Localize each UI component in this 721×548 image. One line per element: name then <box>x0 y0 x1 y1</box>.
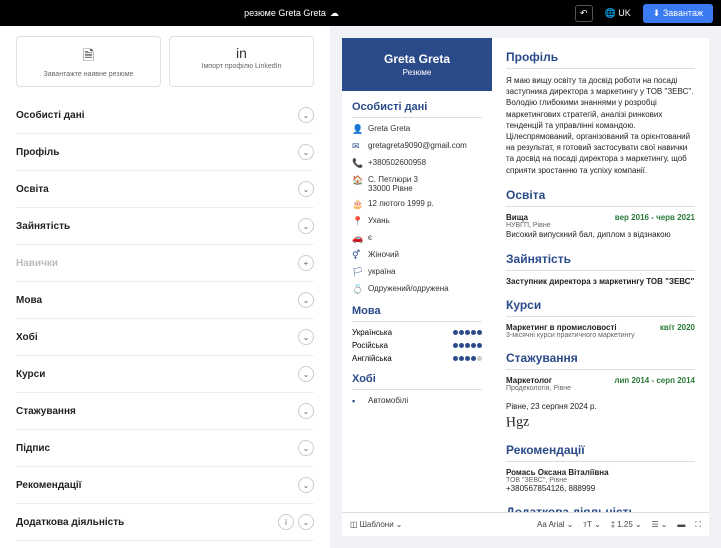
info-row: 📍Ухань <box>352 216 482 227</box>
course-heading: Курси <box>506 298 695 317</box>
plus-icon[interactable]: + <box>298 255 314 271</box>
lang-heading: Мова <box>352 305 482 322</box>
lang-row: Українська <box>352 328 482 337</box>
info-row: 🚗є <box>352 233 482 244</box>
add-heading: Додаткова діяльність <box>506 505 695 512</box>
preview-panel: Greta Greta Резюме Особисті дані 👤Greta … <box>330 26 721 548</box>
chevron-down-icon[interactable]: ⌄ <box>298 477 314 493</box>
cloud-icon: ☁ <box>330 8 339 19</box>
chevron-down-icon[interactable]: ⌄ <box>298 181 314 197</box>
chevron-down-icon[interactable]: ⌄ <box>298 329 314 345</box>
line-height[interactable]: ‡ 1.25 ⌄ <box>611 520 642 529</box>
resume-header: Greta Greta Резюме <box>342 38 492 91</box>
font-size[interactable]: тТ ⌄ <box>583 520 600 529</box>
import-resume-card[interactable]: 🗎 Завантажте наявне резюме <box>16 36 161 87</box>
rating-dots <box>453 343 482 348</box>
signature: Hgz <box>506 414 530 431</box>
file-icon: 🗎 <box>25 45 152 69</box>
section-7[interactable]: Курси⌄ <box>16 356 314 393</box>
density[interactable]: ☰ ⌄ <box>652 520 668 529</box>
chevron-down-icon[interactable]: ⌄ <box>298 440 314 456</box>
info-row: 🏠С. Петлюри 333000 Рівне <box>352 175 482 193</box>
linkedin-icon: in <box>178 45 305 61</box>
chevron-down-icon[interactable]: ⌄ <box>298 218 314 234</box>
section-8[interactable]: Стажування⌄ <box>16 393 314 430</box>
chevron-down-icon[interactable]: ⌄ <box>298 403 314 419</box>
section-2[interactable]: Освіта⌄ <box>16 171 314 208</box>
personal-heading: Особисті дані <box>352 101 482 118</box>
section-3[interactable]: Зайнятість⌄ <box>16 208 314 245</box>
section-1[interactable]: Профіль⌄ <box>16 134 314 171</box>
section-6[interactable]: Хобі⌄ <box>16 319 314 356</box>
templates-button[interactable]: ◫ Шаблони ⌄ <box>350 520 402 529</box>
back-button[interactable]: ↶ <box>575 5 593 22</box>
section-5[interactable]: Мова⌄ <box>16 282 314 319</box>
fullscreen-icon[interactable]: ⛶ <box>695 520 701 530</box>
rating-dots <box>453 330 482 335</box>
font-selector[interactable]: Aa Arial ⌄ <box>537 520 573 529</box>
info-row: 🎂12 лютого 1999 р. <box>352 199 482 210</box>
chevron-down-icon[interactable]: ⌄ <box>298 144 314 160</box>
info-icon[interactable]: i <box>278 514 294 530</box>
edu-heading: Освіта <box>506 188 695 207</box>
intern-heading: Стажування <box>506 351 695 370</box>
section-extra-activity[interactable]: Додаткова діяльність i ⌄ <box>16 504 314 541</box>
emp-heading: Зайнятість <box>506 252 695 271</box>
info-row: 📞+380502600958 <box>352 158 482 169</box>
language-switcher[interactable]: 🌐 UK <box>599 6 637 21</box>
section-4[interactable]: Навички+ <box>16 245 314 282</box>
import-linkedin-card[interactable]: in Імпорт профілю LinkedIn <box>169 36 314 87</box>
lang-row: Англійська <box>352 354 482 363</box>
rating-dots <box>453 356 482 361</box>
hobby-icon: ▪ <box>352 396 362 406</box>
section-9[interactable]: Підпис⌄ <box>16 430 314 467</box>
info-row: 💍Одружений/одружена <box>352 284 482 295</box>
doc-title-bar: резюме Greta Greta ☁ <box>244 8 339 19</box>
chevron-down-icon[interactable]: ⌄ <box>298 366 314 382</box>
chevron-down-icon[interactable]: ⌄ <box>298 107 314 123</box>
rec-heading: Рекомендації <box>506 443 695 462</box>
info-row: ✉gretagreta9090@gmail.com <box>352 141 482 152</box>
form-panel: 🗎 Завантажте наявне резюме in Імпорт про… <box>0 26 330 548</box>
info-row: 🏳україна <box>352 267 482 278</box>
lang-row: Російська <box>352 341 482 350</box>
download-top-button[interactable]: ⬇ Завантаж <box>643 4 713 23</box>
profile-heading: Профіль <box>506 50 695 69</box>
hobby-heading: Хобі <box>352 373 482 390</box>
chevron-down-icon[interactable]: ⌄ <box>298 514 314 530</box>
bottom-toolbar: ◫ Шаблони ⌄ Aa Arial ⌄ тТ ⌄ ‡ 1.25 ⌄ ☰ ⌄… <box>342 512 709 536</box>
profile-text: Я маю вищу освіту та досвід роботи на по… <box>506 75 695 176</box>
chevron-down-icon[interactable]: ⌄ <box>298 292 314 308</box>
doc-title: резюме Greta Greta <box>244 8 326 18</box>
section-10[interactable]: Рекомендації⌄ <box>16 467 314 504</box>
color-picker[interactable]: ▬ <box>677 520 685 529</box>
info-row: ⚥Жіночий <box>352 250 482 261</box>
info-row: 👤Greta Greta <box>352 124 482 135</box>
section-0[interactable]: Особисті дані⌄ <box>16 97 314 134</box>
